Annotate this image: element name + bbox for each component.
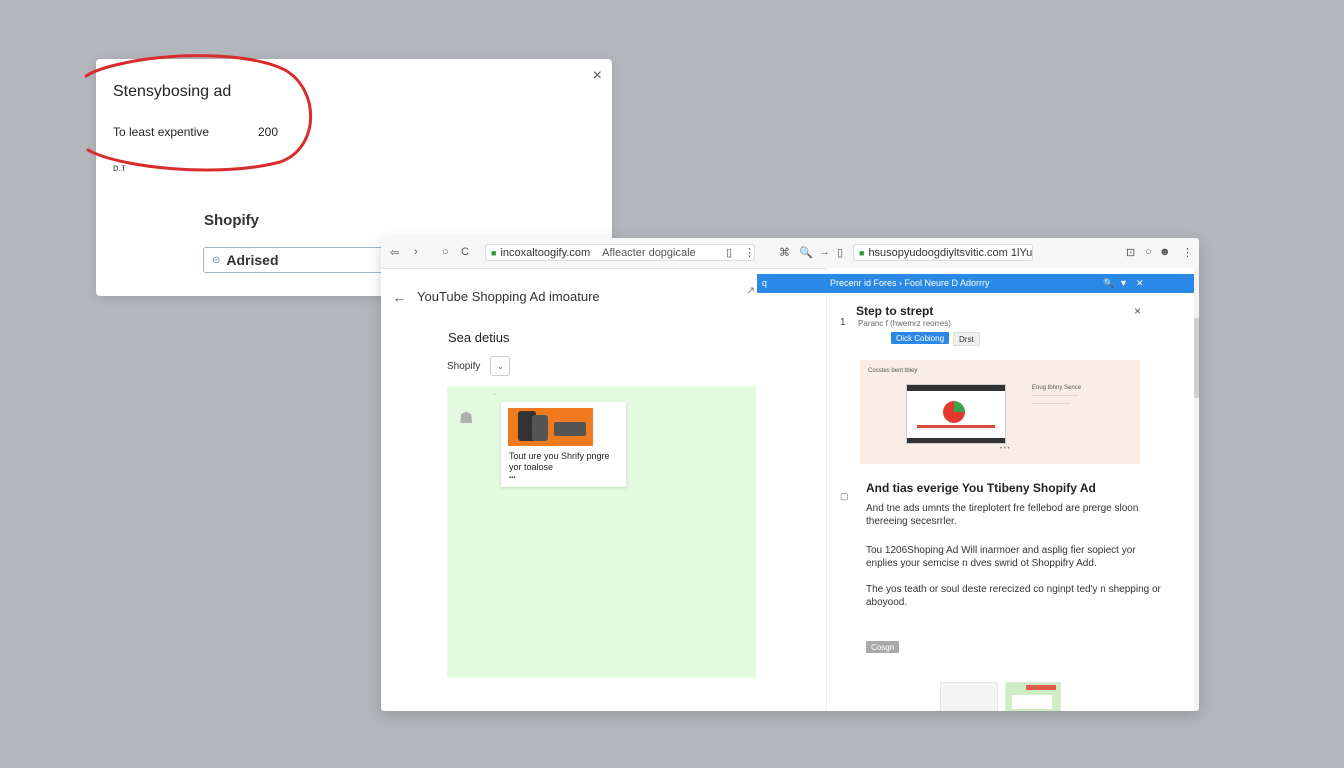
- close-icon[interactable]: ✕: [1136, 278, 1144, 289]
- field-value: Adrised: [226, 252, 279, 268]
- product-image: [508, 408, 593, 446]
- row-label: To least expentive: [113, 125, 210, 139]
- step-title: Step to strept: [856, 304, 934, 318]
- close-icon[interactable]: ×: [593, 67, 602, 85]
- phone-shape-2: [532, 415, 548, 441]
- dropdown-icon[interactable]: ▼: [1119, 278, 1128, 288]
- step-subtitle: Paranc f (hwemrz reorres): [858, 319, 951, 328]
- platform-select[interactable]: Shopify ⌄: [447, 356, 511, 376]
- extension-icon[interactable]: ○: [1145, 246, 1152, 258]
- thumbnail-1[interactable]: [940, 682, 998, 711]
- forward-icon[interactable]: ›: [414, 246, 418, 258]
- product-caption: Tout ure you Shrify pngre yor toalose: [509, 451, 610, 472]
- right-url-bar[interactable]: ■ hsusopyudoogdiyltsvitic.com 1lYu: [853, 244, 1033, 261]
- select-value: Shopify: [447, 360, 481, 372]
- field-icon: ⊝: [212, 254, 221, 266]
- secondary-button[interactable]: Drst: [953, 332, 980, 346]
- preview-pager: • • •: [1000, 446, 1010, 452]
- left-url-text: incoxaltoogify.com: [500, 246, 591, 259]
- search-icon[interactable]: 🔍: [799, 246, 813, 259]
- thumb-white-block: [1012, 695, 1052, 709]
- menu-icon[interactable]: ⋮: [1182, 246, 1193, 259]
- product-card[interactable]: Tout ure you Shrify pngre yor toalose ▪▪…: [501, 402, 626, 487]
- stop-icon[interactable]: ○: [442, 246, 449, 258]
- preview-bottombar: [907, 438, 1005, 443]
- back-arrow-icon[interactable]: ←: [393, 290, 406, 305]
- preview-screen: [906, 384, 1006, 444]
- paragraph-3: The yos teath or soul deste rerecized co…: [866, 584, 1161, 608]
- pentagon-icon: ☗: [459, 410, 474, 427]
- header-breadcrumb: Precenr id Fores › Fool Neure D Adorrry: [830, 278, 990, 288]
- preview-caption: Cosstes bent tbley: [868, 368, 918, 374]
- preview-side-text: Eoug tbhny Sence ·······················…: [1032, 385, 1082, 407]
- row-value: 200: [258, 125, 279, 139]
- article-title: And tias everige You Ttibeny Shopify Ad: [866, 481, 1096, 495]
- page-title: YouTube Shopping Ad imoature: [417, 289, 600, 304]
- preview-topbar: [907, 385, 1005, 391]
- screenshot-preview: Cosstes bent tbley Eoug tbhny Sence ····…: [860, 360, 1140, 464]
- product-meta: ▪▪▪: [509, 475, 516, 481]
- primary-button[interactable]: Oick Cobiong: [891, 332, 950, 344]
- truncated-text: ᴅ.ᴛ: [113, 163, 126, 174]
- scrollbar-thumb[interactable]: [1194, 318, 1199, 398]
- zoom-icon[interactable]: ⊡: [1126, 246, 1135, 259]
- action-button[interactable]: Cosgn: [866, 641, 900, 653]
- profile-icon[interactable]: ☻: [1159, 246, 1171, 258]
- share-icon[interactable]: ⌘: [779, 246, 790, 259]
- external-link-icon[interactable]: ↗: [746, 284, 755, 297]
- right-url-text: hsusopyudoogdiyltsvitic.com 1lYu: [868, 246, 1033, 259]
- section-label: Shopify: [204, 212, 259, 229]
- reload-icon[interactable]: C: [461, 246, 469, 258]
- dialog-title: Stensybosing ad: [113, 83, 232, 100]
- lock-icon: ■: [491, 247, 497, 258]
- left-url-bar[interactable]: ■ incoxaltoogify.com Afleacter dopgicale: [485, 244, 755, 261]
- thumb-red-bar: [1026, 685, 1056, 690]
- lock-icon: ■: [859, 247, 865, 258]
- thumbnail-2[interactable]: [1005, 682, 1061, 711]
- tab-icon[interactable]: ▯: [837, 246, 843, 259]
- dot-marker: ▫: [493, 391, 496, 398]
- arrow-right-icon[interactable]: →: [819, 246, 830, 258]
- close-icon[interactable]: ×: [1134, 304, 1141, 318]
- bookmark-icon[interactable]: ▯: [726, 246, 732, 259]
- device-shape: [554, 422, 586, 436]
- step-number: 1: [840, 317, 846, 328]
- section-heading: Sea detius: [448, 330, 510, 345]
- menu-icon[interactable]: ⋮: [744, 246, 755, 259]
- paragraph-1: And tne ads umnts the tireplotert fre fe…: [866, 503, 1139, 527]
- preview-redline: [917, 425, 995, 428]
- preview-pie: [943, 401, 965, 423]
- search-icon[interactable]: q: [762, 278, 767, 288]
- chevron-down-icon[interactable]: ⌄: [490, 356, 511, 376]
- left-tab-text: Afleacter dopgicale: [602, 246, 696, 259]
- checkbox-icon[interactable]: ▢: [840, 491, 849, 502]
- back-icon[interactable]: ⇦: [390, 246, 399, 259]
- search-icon[interactable]: 🔍: [1103, 278, 1114, 289]
- paragraph-2: Tou 1206Shoping Ad Will inarmoer and asp…: [866, 545, 1136, 569]
- browser-window: ⇦ › ○ C ■ incoxaltoogify.com Afleacter d…: [381, 238, 1199, 711]
